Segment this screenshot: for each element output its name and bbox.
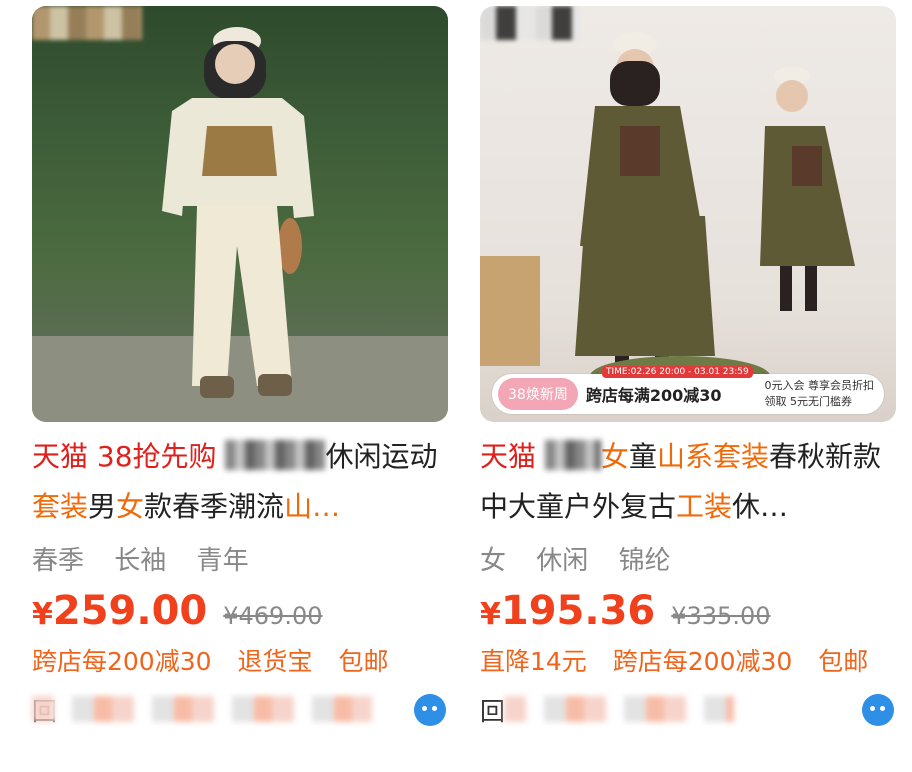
benefit: 跨店每200减30 <box>32 647 212 676</box>
title-text: 休… <box>732 490 789 523</box>
promo-right-line-2: 领取 5元无门槛券 <box>764 395 853 408</box>
promo-date: TIME:02.26 20:00 - 03.01 23:59 <box>602 366 753 378</box>
promo-right-text: 0元入会 尊享会员折扣 领取 5元无门槛券 <box>765 378 875 410</box>
current-price: ¥259.00 <box>32 588 207 634</box>
tag: 长袖 <box>114 546 167 576</box>
price-value: 195.36 <box>500 588 656 634</box>
title-highlight: 山系套装 <box>656 440 769 473</box>
product-photo <box>32 27 448 422</box>
price-row: ¥259.00 ¥469.00 <box>32 588 448 638</box>
current-price: ¥195.36 <box>480 588 655 634</box>
blurred-shop-name <box>504 696 734 722</box>
title-highlight: 女 <box>116 490 145 523</box>
attribute-tags: 春季 长袖 青年 <box>32 540 448 580</box>
product-image[interactable] <box>32 6 448 422</box>
tag: 锦纶 <box>618 546 671 576</box>
shop-prefix: 回 <box>480 697 506 726</box>
brand-logo-mask <box>480 6 580 40</box>
benefits: 直降14元 跨店每200减30 包邮 <box>480 642 896 686</box>
product-title[interactable]: 天猫 女童山系套装春秋新款中大童户外复古工装休… <box>480 432 896 532</box>
currency-symbol: ¥ <box>480 597 501 632</box>
brand-logo-mask <box>32 6 142 40</box>
original-price: ¥469.00 <box>223 602 323 630</box>
blurred-brand <box>544 440 601 470</box>
promo-right-line-1: 0元入会 尊享会员折扣 <box>764 379 875 392</box>
title-text: 款春季潮流 <box>144 490 285 523</box>
benefit: 包邮 <box>818 647 869 676</box>
tmall-badge: 天猫 <box>480 440 537 473</box>
benefit: 包邮 <box>338 647 389 676</box>
tag: 青年 <box>196 546 249 576</box>
title-text: 男 <box>88 490 117 523</box>
tag: 休闲 <box>536 546 589 576</box>
benefit: 直降14元 <box>480 647 587 676</box>
price-row: ¥195.36 ¥335.00 <box>480 588 896 638</box>
product-photo <box>480 32 855 396</box>
currency-symbol: ¥ <box>32 597 53 632</box>
tmall-badge: 天猫 <box>32 440 89 473</box>
title-text: 休闲运动 <box>325 440 438 473</box>
benefit: 跨店每200减30 <box>612 647 793 676</box>
product-title[interactable]: 天猫 38抢先购 休闲运动套装男女款春季潮流山… <box>32 432 448 532</box>
title-text: 童 <box>628 440 657 473</box>
tag: 春季 <box>32 546 85 576</box>
product-card[interactable]: TIME:02.26 20:00 - 03.01 23:59 38焕新周 跨店每… <box>480 6 896 730</box>
title-highlight: 女 <box>600 440 629 473</box>
title-highlight: 工装 <box>676 490 733 523</box>
benefit: 退货宝 <box>237 647 313 676</box>
title-highlight: 套装 <box>32 490 89 523</box>
tag: 女 <box>480 546 507 576</box>
promo-tag: 38焕新周 <box>498 378 578 410</box>
title-highlight: 山… <box>284 490 341 523</box>
benefits: 跨店每200减30 退货宝 包邮 <box>32 642 448 686</box>
shop-row[interactable]: 回 <box>32 690 448 730</box>
original-price: ¥335.00 <box>671 602 771 630</box>
product-image[interactable]: TIME:02.26 20:00 - 03.01 23:59 38焕新周 跨店每… <box>480 6 896 422</box>
wangwang-chat-icon[interactable] <box>414 694 446 726</box>
campaign-badge: 38抢先购 <box>96 440 217 473</box>
wangwang-chat-icon[interactable] <box>862 694 894 726</box>
attribute-tags: 女 休闲 锦纶 <box>480 540 896 580</box>
promo-main-text: 跨店每满200减30 <box>585 386 722 405</box>
promo-banner[interactable]: TIME:02.26 20:00 - 03.01 23:59 38焕新周 跨店每… <box>492 366 884 414</box>
product-card[interactable]: 天猫 38抢先购 休闲运动套装男女款春季潮流山… 春季 长袖 青年 ¥259.0… <box>32 6 448 730</box>
blurred-shop-name <box>32 696 372 722</box>
shop-row[interactable]: 回 <box>480 690 896 730</box>
price-value: 259.00 <box>52 588 208 634</box>
blurred-brand <box>225 440 326 470</box>
